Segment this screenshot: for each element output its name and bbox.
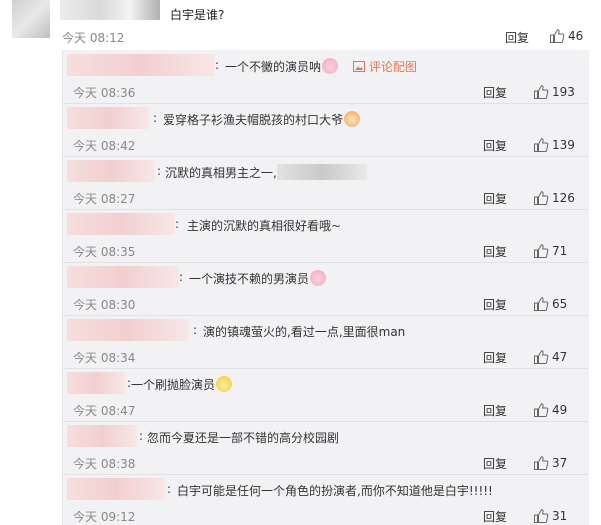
reply-button[interactable]: 回复	[483, 349, 507, 366]
reply-list: : 一个不黴的演员呐 评论配图 今天 08:36 回复 193 : 爱穿格子衫渔…	[62, 50, 589, 525]
blurred-username[interactable]	[67, 107, 149, 129]
like-count: 139	[552, 138, 575, 152]
reply-item: : 沉默的真相男主之一, 今天 08:27 回复 126	[63, 156, 589, 210]
reply-button[interactable]: 回复	[483, 243, 507, 260]
thumbs-up-icon[interactable]	[533, 137, 549, 153]
pink-face-emoji-icon	[310, 270, 327, 286]
blurred-username[interactable]	[67, 319, 189, 341]
thumbs-up-icon[interactable]	[533, 190, 549, 206]
like-count: 65	[552, 297, 568, 311]
reply-button[interactable]: 回复	[483, 402, 507, 419]
reply-item: : 白宇可能是任何一个角色的扮演者,而你不知道他是白宇!!!!! 今天 09:1…	[63, 474, 589, 525]
like-count: 47	[552, 350, 568, 364]
reply-text: 演的镇魂萤火的,看过一点,里面很man	[203, 325, 406, 339]
avatar[interactable]	[12, 0, 50, 38]
reply-time: 今天 08:38	[73, 457, 136, 471]
colon: :	[153, 111, 158, 125]
like-count: 46	[568, 29, 584, 43]
reply-text: 一个不黴的演员呐	[225, 58, 339, 75]
colon: :	[167, 482, 172, 496]
reply-button[interactable]: 回复	[505, 29, 529, 46]
reply-time: 今天 08:47	[73, 404, 136, 418]
cat-face-emoji-icon	[344, 111, 361, 127]
comment-image-link[interactable]: 评论配图	[353, 58, 417, 75]
reply-text: 一个演技不赖的男演员	[189, 270, 327, 287]
thumbs-up-icon[interactable]	[533, 402, 549, 418]
reply-time: 今天 08:27	[73, 192, 136, 206]
reply-text: 沉默的真相男主之一,	[165, 164, 367, 181]
thumbs-up-icon[interactable]	[533, 349, 549, 365]
reply-time: 今天 08:36	[73, 86, 136, 100]
pink-face-emoji-icon	[322, 58, 339, 74]
comment-time: 今天 08:12	[62, 31, 125, 45]
reply-button[interactable]: 回复	[483, 455, 507, 472]
colon: :	[157, 164, 162, 178]
reply-button[interactable]: 回复	[483, 137, 507, 154]
like-count: 193	[552, 85, 575, 99]
reply-button[interactable]: 回复	[483, 190, 507, 207]
image-icon	[353, 61, 365, 72]
thumbs-up-icon[interactable]	[533, 243, 549, 259]
reply-button[interactable]: 回复	[483, 296, 507, 313]
blurred-username[interactable]	[67, 54, 215, 76]
reply-item: : 一个不黴的演员呐 评论配图 今天 08:36 回复 193	[63, 50, 589, 104]
reply-text: 白宇可能是任何一个角色的扮演者,而你不知道他是白宇!!!!!	[177, 484, 493, 498]
reply-text: 忽而今夏还是一部不错的高分校园剧	[147, 431, 340, 445]
reply-text: 爱穿格子衫渔夫帽脱孩的村口大爷	[163, 111, 361, 128]
thumbs-up-icon[interactable]	[533, 455, 549, 471]
thumbs-up-icon[interactable]	[533, 508, 549, 524]
redacted-text	[276, 164, 367, 180]
thumbs-up-icon[interactable]	[549, 28, 565, 44]
reply-time: 今天 08:35	[73, 245, 136, 259]
reply-item: : 一个演技不赖的男演员 今天 08:30 回复 65	[63, 262, 589, 316]
blurred-username[interactable]	[67, 425, 137, 447]
reply-item: : 爱穿格子衫渔夫帽脱孩的村口大爷 今天 08:42 回复 139	[63, 103, 589, 157]
reply-item: : 一个刷抛脸演员 今天 08:47 回复 49	[63, 368, 589, 422]
blurred-username[interactable]	[60, 0, 160, 20]
like-count: 71	[552, 244, 568, 258]
blurred-username[interactable]	[67, 372, 125, 394]
thumbs-up-icon[interactable]	[533, 84, 549, 100]
like-count: 126	[552, 191, 575, 205]
reply-item: : 演的镇魂萤火的,看过一点,里面很man 今天 08:34 回复 47	[63, 315, 589, 369]
colon: :	[193, 323, 198, 337]
like-count: 49	[552, 403, 568, 417]
reply-time: 今天 08:42	[73, 139, 136, 153]
colon: :	[175, 217, 180, 231]
thumbs-up-icon[interactable]	[533, 296, 549, 312]
reply-item: : 忽而今夏还是一部不错的高分校园剧 今天 08:38 回复 37	[63, 421, 589, 475]
reply-button[interactable]: 回复	[483, 84, 507, 101]
blurred-username[interactable]	[67, 213, 175, 235]
colon: :	[179, 270, 184, 284]
reply-button[interactable]: 回复	[483, 508, 507, 525]
reply-time: 今天 08:30	[73, 298, 136, 312]
reply-text: 一个刷抛脸演员	[131, 376, 233, 393]
blurred-username[interactable]	[67, 478, 165, 500]
reply-time: 今天 09:12	[73, 510, 136, 524]
reply-text: 主演的沉默的真相很好看哦~	[187, 219, 342, 233]
reply-time: 今天 08:34	[73, 351, 136, 365]
like-count: 31	[552, 509, 568, 523]
colon: :	[139, 429, 144, 443]
blurred-username[interactable]	[67, 266, 179, 288]
comment-text: 白宇是谁?	[170, 8, 225, 22]
yellow-face-emoji-icon	[216, 376, 233, 392]
main-comment: 白宇是谁? 今天 08:12 回复 46	[0, 0, 601, 50]
like-count: 37	[552, 456, 568, 470]
reply-item: : 主演的沉默的真相很好看哦~ 今天 08:35 回复 71	[63, 209, 589, 263]
colon: :	[215, 58, 220, 72]
blurred-username[interactable]	[67, 160, 155, 182]
